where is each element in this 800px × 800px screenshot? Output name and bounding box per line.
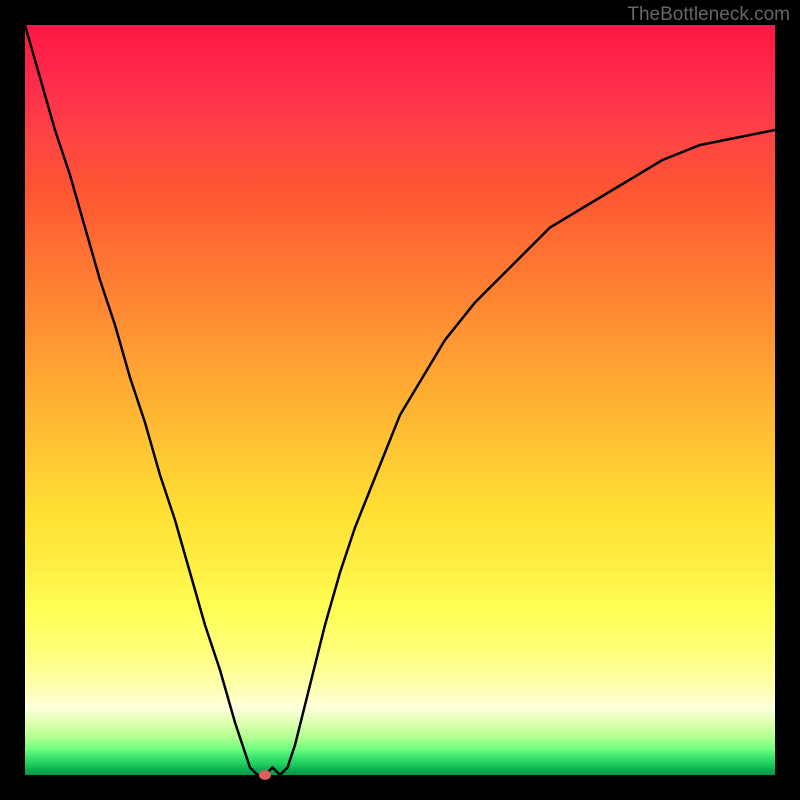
chart-container: TheBottleneck.com <box>0 0 800 800</box>
watermark-text: TheBottleneck.com <box>627 4 790 26</box>
bottleneck-curve <box>25 25 775 775</box>
gradient-plot-area <box>25 25 775 775</box>
minimum-marker-dot <box>259 770 271 780</box>
